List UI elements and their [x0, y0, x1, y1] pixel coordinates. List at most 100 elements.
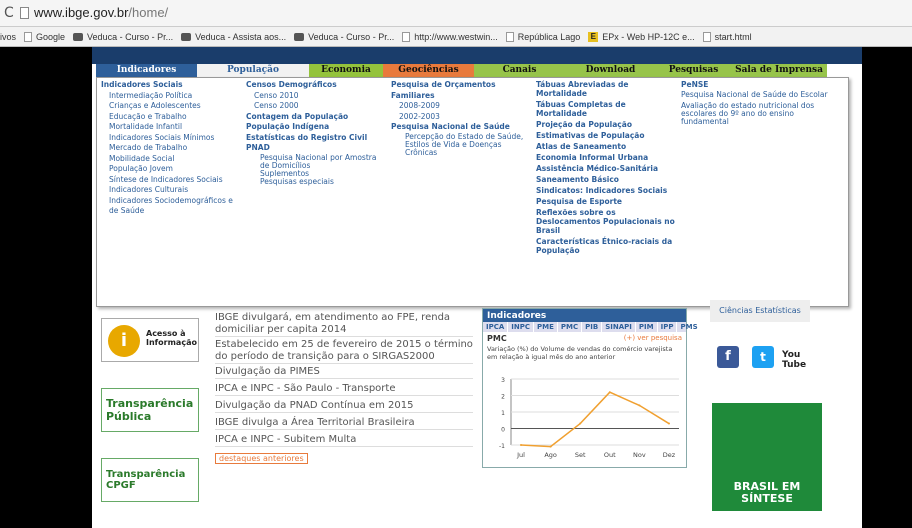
- indicador-tab[interactable]: PME: [534, 322, 558, 332]
- bookmark-item[interactable]: E EPx - Web HP-12C e...: [588, 32, 695, 42]
- menu-heading[interactable]: Tábuas Abreviadas de Mortalidade: [536, 80, 676, 98]
- nav-canais[interactable]: Canais: [474, 64, 565, 77]
- menu-heading[interactable]: Indicadores Sociais: [101, 80, 241, 91]
- bookmark-label: República Lago: [517, 32, 581, 42]
- bookmark-item[interactable]: Google: [24, 32, 65, 42]
- indicador-tab[interactable]: IPCA: [483, 322, 509, 332]
- destaque-item[interactable]: IPCA e INPC - São Paulo - Transporte: [215, 383, 473, 396]
- destaque-item[interactable]: Divulgação da PIMES: [215, 366, 473, 379]
- facebook-icon[interactable]: f: [717, 346, 739, 368]
- data-point: [520, 444, 522, 446]
- indicador-tab[interactable]: PMC: [558, 322, 583, 332]
- menu-item[interactable]: Pesquisa Nacional de Saúde do Escolar: [681, 90, 841, 99]
- menu-heading[interactable]: Características Étnico-raciais da Popula…: [536, 237, 676, 255]
- nav-geociencias[interactable]: Geociências: [383, 64, 474, 77]
- nav-populacao[interactable]: População: [197, 64, 309, 77]
- page-icon: [20, 7, 29, 19]
- menu-heading[interactable]: Sindicatos: Indicadores Sociais: [536, 186, 676, 195]
- menu-item[interactable]: 2002-2003: [391, 112, 531, 123]
- destaque-item[interactable]: Estabelecido em 25 de fevereiro de 2015 …: [215, 339, 473, 364]
- transparencia-cpgf-badge[interactable]: Transparência CPGF: [101, 458, 199, 502]
- menu-heading[interactable]: Saneamento Básico: [536, 175, 676, 184]
- menu-heading[interactable]: Atlas de Saneamento: [536, 142, 676, 151]
- populacao-mega-menu: Indicadores Sociais Intermediação Polític…: [96, 77, 849, 307]
- menu-heading[interactable]: Pesquisa de Orçamentos Familiares: [391, 80, 531, 101]
- destaque-item[interactable]: IPCA e INPC - Subitem Multa: [215, 434, 473, 447]
- menu-item[interactable]: Percepção do Estado de Saúde, Estilos de…: [391, 132, 531, 157]
- bookmark-item[interactable]: start.html: [702, 32, 752, 42]
- indicador-tab[interactable]: IPP: [658, 322, 678, 332]
- menu-item[interactable]: Indicadores Culturais: [101, 185, 241, 196]
- menu-heading[interactable]: Tábuas Completas de Mortalidade: [536, 100, 676, 118]
- ciencias-estatisticas-label[interactable]: Ciências Estatísticas: [710, 300, 810, 322]
- menu-item[interactable]: Censo 2000: [246, 101, 386, 112]
- menu-heading[interactable]: População Indígena: [246, 122, 386, 133]
- indicador-tab[interactable]: INPC: [508, 322, 535, 332]
- indicador-tab[interactable]: PMS: [677, 322, 702, 332]
- menu-heading[interactable]: Economia Informal Urbana: [536, 153, 676, 162]
- menu-heading[interactable]: PNAD: [246, 143, 386, 154]
- bookmark-item[interactable]: Veduca - Curso - Pr...: [294, 32, 394, 42]
- destaque-item[interactable]: IBGE divulga a Área Territorial Brasilei…: [215, 417, 473, 430]
- bookmark-item[interactable]: Veduca - Assista aos...: [181, 32, 286, 42]
- menu-item[interactable]: Intermediação Política: [101, 91, 241, 102]
- menu-heading[interactable]: Estatísticas do Registro Civil: [246, 133, 386, 144]
- destaque-item[interactable]: IBGE divulgará, em atendimento ao FPE, r…: [215, 312, 473, 337]
- indicador-tab[interactable]: SINAPI: [602, 322, 636, 332]
- address-bar[interactable]: C www.ibge.gov.br/home/: [0, 0, 912, 27]
- menu-item[interactable]: População Jovem: [101, 164, 241, 175]
- data-point: [608, 391, 611, 394]
- brasil-em-sintese-banner[interactable]: BRASIL EM SÍNTESE: [712, 403, 822, 511]
- browser-chrome: C www.ibge.gov.br/home/ ivos Google Veduca…: [0, 0, 912, 47]
- menu-heading[interactable]: Projeção da População: [536, 120, 676, 129]
- bookmark-label: EPx - Web HP-12C e...: [602, 32, 695, 42]
- menu-item[interactable]: Mobilidade Social: [101, 154, 241, 165]
- x-tick-label: Dez: [663, 451, 676, 459]
- reload-icon[interactable]: C: [4, 5, 14, 21]
- nav-pesquisas[interactable]: Pesquisas: [656, 64, 731, 77]
- menu-item[interactable]: Pesquisa Nacional por Amostra de Domicíl…: [246, 153, 386, 170]
- bookmark-item[interactable]: República Lago: [505, 32, 581, 42]
- menu-item[interactable]: Mercado de Trabalho: [101, 143, 241, 154]
- menu-heading[interactable]: Assistência Médico-Sanitária: [536, 164, 676, 173]
- bookmark-item[interactable]: http://www.westwin...: [402, 32, 498, 42]
- menu-heading[interactable]: Contagem da População: [246, 112, 386, 123]
- menu-heading[interactable]: PeNSE: [681, 80, 841, 91]
- menu-heading[interactable]: Censos Demográficos: [246, 80, 386, 91]
- menu-item[interactable]: Educação e Trabalho: [101, 112, 241, 123]
- transparencia-publica-badge[interactable]: Transparência Pública: [101, 388, 199, 432]
- menu-item[interactable]: Avaliação do estado nutricional dos esco…: [681, 101, 841, 126]
- menu-heading[interactable]: Pesquisa Nacional de Saúde: [391, 122, 531, 133]
- twitter-icon[interactable]: t: [752, 346, 774, 368]
- nav-sala-imprensa[interactable]: Sala de Imprensa: [731, 64, 827, 77]
- menu-item[interactable]: Pesquisas especiais: [246, 177, 386, 186]
- youtube-icon[interactable]: You Tube: [782, 350, 822, 370]
- menu-item[interactable]: Mortalidade Infantil: [101, 122, 241, 133]
- menu-item[interactable]: Crianças e Adolescentes: [101, 101, 241, 112]
- data-point: [638, 404, 641, 407]
- menu-item[interactable]: 2008-2009: [391, 101, 531, 112]
- bookmark-item[interactable]: Veduca - Curso - Pr...: [73, 32, 173, 42]
- nav-economia[interactable]: Economia: [309, 64, 383, 77]
- indicador-tab[interactable]: PIM: [636, 322, 658, 332]
- video-icon: [181, 33, 192, 41]
- menu-item[interactable]: Indicadores Sociodemográficos e de Saúde: [101, 196, 241, 217]
- acesso-label: Acesso à Informação: [146, 329, 197, 347]
- nav-indicadores[interactable]: Indicadores: [96, 64, 197, 77]
- destaque-item[interactable]: Divulgação da PNAD Contínua em 2015: [215, 400, 473, 413]
- ver-pesquisa-link[interactable]: (+) ver pesquisa: [624, 334, 682, 343]
- menu-item[interactable]: Indicadores Sociais Mínimos: [101, 133, 241, 144]
- nav-download[interactable]: Download: [565, 64, 656, 77]
- url-text[interactable]: www.ibge.gov.br/home/: [34, 5, 168, 20]
- bookmarks-bar: ivos Google Veduca - Curso - Pr... Veduca -…: [0, 28, 912, 46]
- bookmark-item[interactable]: ivos: [0, 32, 16, 42]
- indicador-tab[interactable]: PIB: [582, 322, 603, 332]
- menu-item[interactable]: Censo 2010: [246, 91, 386, 102]
- menu-item[interactable]: Síntese de Indicadores Sociais: [101, 175, 241, 186]
- destaques-anteriores-link[interactable]: destaques anteriores: [215, 453, 308, 464]
- indicadores-title: Indicadores: [483, 309, 686, 322]
- menu-heading[interactable]: Estimativas de População: [536, 131, 676, 140]
- acesso-informacao-badge[interactable]: i Acesso à Informação: [101, 318, 199, 362]
- menu-heading[interactable]: Reflexões sobre os Deslocamentos Populac…: [536, 208, 676, 235]
- menu-heading[interactable]: Pesquisa de Esporte: [536, 197, 676, 206]
